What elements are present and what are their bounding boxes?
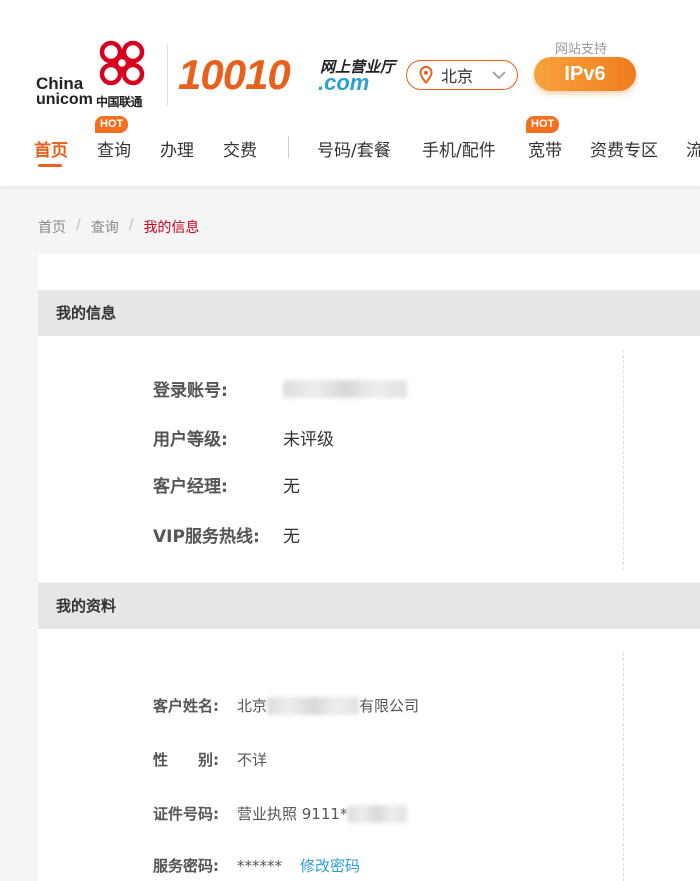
user-level-label: 用户等级: <box>153 430 228 450</box>
nav-query[interactable]: 查询 <box>97 136 131 161</box>
logo-10010[interactable]: 10010 <box>178 52 291 98</box>
nav-broadband[interactable]: 宽带 <box>528 136 562 161</box>
id-number-row: 证件号码: 营业执照 9111* <box>153 803 408 824</box>
panel-divider <box>623 653 624 881</box>
content-top-strip <box>38 254 700 290</box>
breadcrumb: 首页 / 查询 / 我的信息 <box>38 217 199 237</box>
customer-name-prefix: 北京 <box>237 697 268 715</box>
breadcrumb-separator: / <box>76 217 81 233</box>
hot-badge: HOT <box>526 116 560 133</box>
china-unicom-logo[interactable]: China unicom 中国联通 <box>36 38 156 109</box>
my-info-header: 我的信息 <box>38 290 700 336</box>
my-profile-header: 我的资料 <box>38 583 700 629</box>
account-manager-row: 客户经理: 无 <box>153 472 300 497</box>
unicom-knot-icon <box>99 40 145 86</box>
breadcrumb-query[interactable]: 查询 <box>91 217 119 237</box>
nav-handle[interactable]: 办理 <box>160 136 194 161</box>
nav-tariff-zone[interactable]: 资费专区 <box>590 136 658 161</box>
service-password-value: ****** <box>237 856 282 875</box>
logo-divider <box>167 44 168 106</box>
customer-name-label: 客户姓名: <box>153 697 219 715</box>
login-account-row: 登录账号: <box>153 376 407 401</box>
service-password-label: 服务密码: <box>153 857 219 875</box>
nav-payment[interactable]: 交费 <box>223 136 257 161</box>
logo-china-text: China <box>36 74 84 93</box>
nav-traffic[interactable]: 流 <box>686 136 700 161</box>
vip-hotline-row: VIP服务热线: 无 <box>153 522 300 547</box>
my-info-panel: 登录账号: 用户等级: 未评级 客户经理: 无 VIP服务热线: 无 <box>38 336 700 582</box>
city-selector[interactable]: 北京 <box>406 60 518 90</box>
breadcrumb-separator: / <box>128 217 134 233</box>
city-name: 北京 <box>441 67 474 86</box>
panel-divider <box>623 350 624 570</box>
account-manager-value: 无 <box>283 477 300 497</box>
gender-label: 性 别: <box>153 751 219 769</box>
id-number-masked <box>347 804 408 823</box>
vip-hotline-value: 无 <box>283 527 300 547</box>
id-number-label: 证件号码: <box>153 805 219 823</box>
nav-active-indicator <box>38 164 62 167</box>
my-profile-panel: 客户姓名: 北京 有限公司 性 别: 不详 证件号码: 营业执照 9111* 服… <box>38 629 700 881</box>
nav-numbers-plans[interactable]: 号码/套餐 <box>317 136 391 161</box>
nav-separator <box>288 136 289 158</box>
nav-home[interactable]: 首页 <box>34 136 68 161</box>
breadcrumb-current: 我的信息 <box>143 220 200 236</box>
login-account-value-masked <box>283 379 407 398</box>
vip-hotline-label: VIP服务热线: <box>153 527 260 547</box>
logo-chinese-name: 中国联通 <box>96 95 143 109</box>
map-pin-icon <box>419 66 433 84</box>
login-account-label: 登录账号: <box>153 381 228 401</box>
breadcrumb-home[interactable]: 首页 <box>38 217 66 237</box>
logo-site-domain: .com <box>318 70 370 95</box>
ipv6-badge: IPv6 <box>534 57 636 91</box>
customer-name-row: 客户姓名: 北京 有限公司 <box>153 695 419 716</box>
user-level-value: 未评级 <box>283 430 334 450</box>
hot-badge: HOT <box>95 116 129 133</box>
user-level-row: 用户等级: 未评级 <box>153 425 334 450</box>
nav-phones-accessories[interactable]: 手机/配件 <box>422 136 496 161</box>
customer-name-suffix: 有限公司 <box>359 697 420 715</box>
gender-value: 不详 <box>237 751 268 769</box>
id-number-value: 营业执照 9111* <box>237 805 348 823</box>
chevron-down-icon <box>492 71 506 80</box>
gender-row: 性 别: 不详 <box>153 749 267 770</box>
site-header: China unicom 中国联通 10010 网上营业厅 .com 北京 网站… <box>0 0 700 186</box>
change-password-link[interactable]: 修改密码 <box>300 855 360 876</box>
service-password-row: 服务密码: ****** 修改密码 <box>153 855 360 876</box>
account-manager-label: 客户经理: <box>153 477 228 497</box>
customer-name-masked <box>267 696 360 715</box>
ipv6-caption: 网站支持 <box>555 42 608 57</box>
logo-unicom-text: unicom <box>36 91 93 108</box>
